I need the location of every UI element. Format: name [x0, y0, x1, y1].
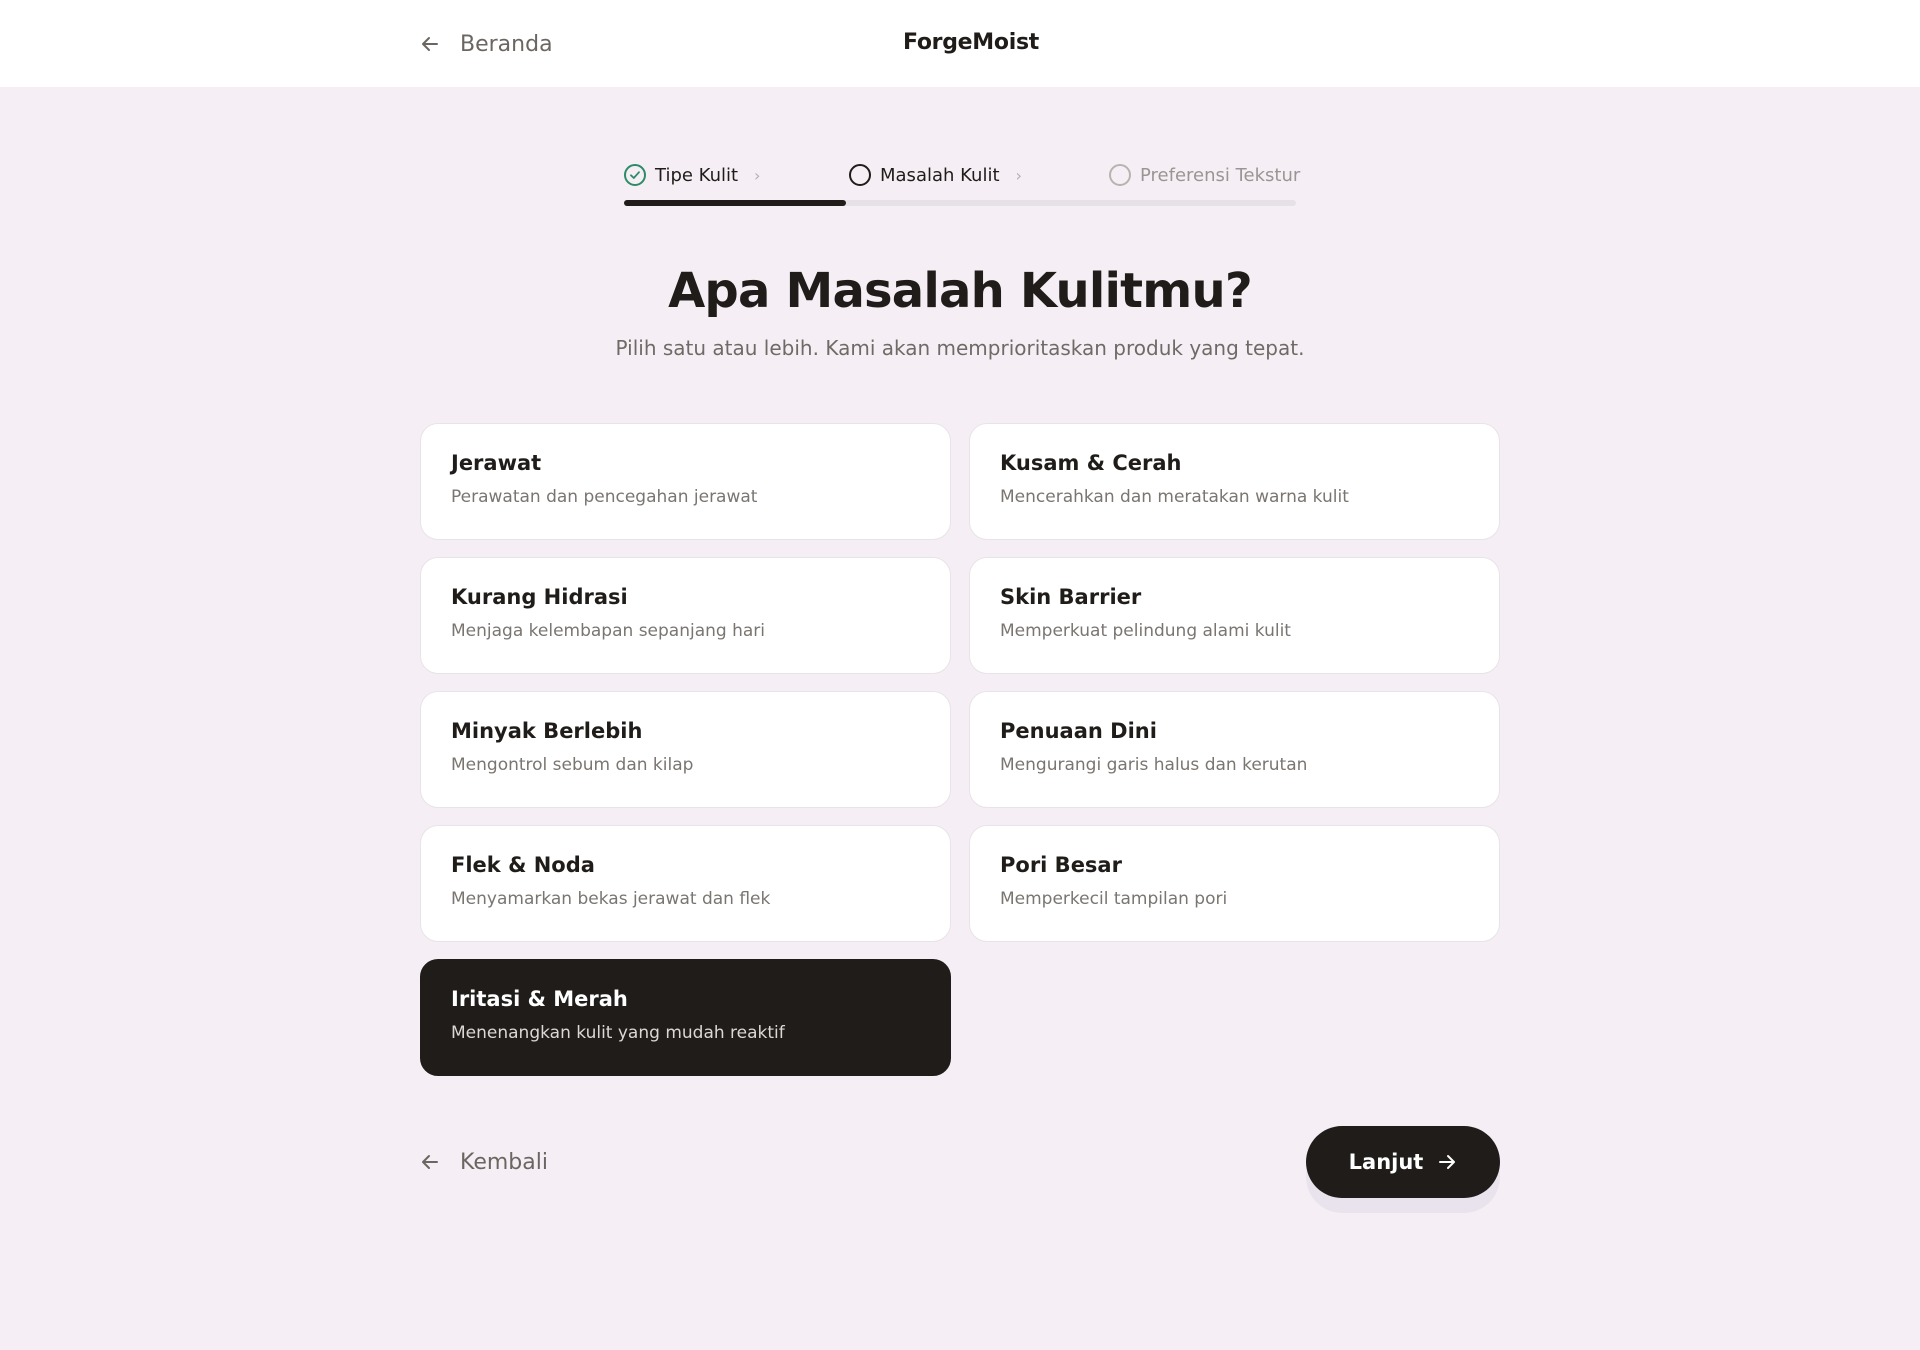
brand-logo: ForgeMoist	[903, 30, 1039, 55]
chevron-right-icon: ›	[1015, 165, 1022, 185]
concern-option-title: Skin Barrier	[1000, 585, 1142, 609]
concern-option-card[interactable]: Skin Barrier Memperkuat pelindung alami k…	[969, 557, 1500, 674]
concern-option-card[interactable]: Flek & Noda Menyamarkan bekas jerawat dan…	[420, 825, 951, 942]
concern-option-title: Kurang Hidrasi	[451, 585, 628, 609]
concern-option-description: Mencerahkan dan meratakan warna kulit	[1000, 487, 1349, 507]
concern-option-title: Pori Besar	[1000, 853, 1122, 877]
concern-options-grid: Jerawat Perawatan dan pencegahan jerawat K…	[420, 423, 1500, 1076]
step-label: Masalah Kulit	[880, 164, 1000, 186]
concern-option-card[interactable]: Kusam & Cerah Mencerahkan dan meratakan w…	[969, 423, 1500, 540]
arrow-left-icon	[422, 1155, 438, 1169]
next-button-label: Lanjut	[1348, 1150, 1424, 1174]
concern-option-title: Jerawat	[451, 451, 542, 475]
concern-option-card[interactable]: Iritasi & Merah Menenangkan kulit yang mu…	[420, 959, 951, 1076]
step-masalah-kulit[interactable]: Masalah Kulit ›	[849, 159, 1022, 191]
concern-option-description: Menjaga kelembapan sepanjang hari	[451, 621, 766, 641]
page-subtitle: Pilih satu atau lebih. Kami akan memprio…	[615, 336, 1305, 360]
concern-option-title: Kusam & Cerah	[1000, 451, 1182, 475]
concern-option-description: Memperkecil tampilan pori	[1000, 889, 1228, 909]
concern-option-card[interactable]: Kurang Hidrasi Menjaga kelembapan sepanja…	[420, 557, 951, 674]
concern-option-description: Mengurangi garis halus dan kerutan	[1000, 755, 1308, 775]
concern-option-description: Menenangkan kulit yang mudah reaktif	[451, 1023, 785, 1043]
back-button-label: Kembali	[460, 1149, 548, 1175]
step-preferensi-tekstur[interactable]: Preferensi Tekstur	[1109, 159, 1300, 191]
next-button[interactable]: Lanjut	[1306, 1126, 1500, 1198]
concern-option-card[interactable]: Pori Besar Memperkecil tampilan pori	[969, 825, 1500, 942]
chevron-right-icon: ›	[754, 165, 761, 185]
circle-icon	[1109, 164, 1131, 186]
step-tipe-kulit[interactable]: Tipe Kulit ›	[624, 159, 760, 191]
progress-stepper: Tipe Kulit › Masalah Kulit › Preferensi …	[624, 155, 1300, 207]
concern-option-card[interactable]: Jerawat Perawatan dan pencegahan jerawat	[420, 423, 951, 540]
concern-option-description: Perawatan dan pencegahan jerawat	[451, 487, 758, 507]
progress-track	[624, 200, 1296, 206]
concern-option-description: Menyamarkan bekas jerawat dan flek	[451, 889, 771, 909]
top-bar: Beranda ForgeMoist	[0, 0, 1920, 87]
circle-icon	[849, 164, 871, 186]
page-title: Apa Masalah Kulitmu?	[668, 263, 1253, 319]
progress-fill	[624, 200, 846, 206]
check-circle-icon	[624, 164, 646, 186]
step-label: Tipe Kulit	[655, 164, 739, 186]
step-label: Preferensi Tekstur	[1140, 164, 1301, 186]
concern-option-title: Flek & Noda	[451, 853, 595, 877]
concern-option-title: Penuaan Dini	[1000, 719, 1157, 743]
arrow-right-icon	[1439, 1155, 1456, 1169]
concern-option-card[interactable]: Minyak Berlebih Mengontrol sebum dan kila…	[420, 691, 951, 808]
concern-option-card[interactable]: Penuaan Dini Mengurangi garis halus dan k…	[969, 691, 1500, 808]
concern-option-description: Mengontrol sebum dan kilap	[451, 755, 694, 775]
back-button[interactable]: Kembali	[420, 1146, 548, 1178]
concern-option-description: Memperkuat pelindung alami kulit	[1000, 621, 1291, 641]
concern-option-title: Minyak Berlebih	[451, 719, 643, 743]
concern-option-title: Iritasi & Merah	[451, 987, 628, 1011]
